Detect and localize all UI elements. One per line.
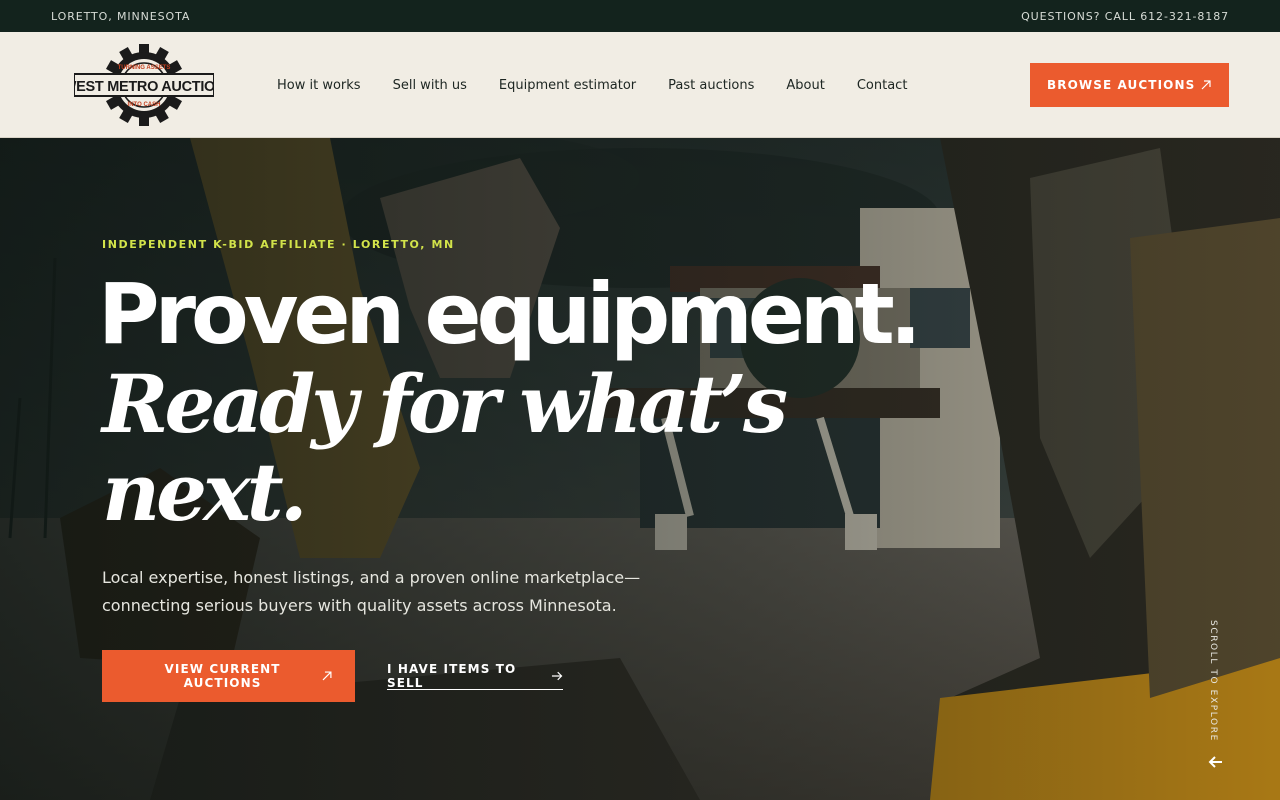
hero-description: Local expertise, honest listings, and a … [102, 568, 641, 615]
main-nav: How it works Sell with us Equipment esti… [277, 32, 907, 138]
browse-auctions-button[interactable]: BROWSE AUCTIONS [1030, 63, 1229, 107]
brand-logo[interactable]: WEST METRO AUCTION TURNING ASSETS INTO C… [63, 44, 226, 126]
site-header: WEST METRO AUCTION TURNING ASSETS INTO C… [0, 32, 1280, 138]
nav-item-how-it-works[interactable]: How it works [277, 78, 361, 93]
arrow-up-right-icon [1201, 80, 1211, 90]
view-current-auctions-label: VIEW CURRENT AUCTIONS [164, 662, 281, 690]
location-text: LORETTO, MINNESOTA [51, 9, 191, 23]
hero-headline-primary: Proven equipment. [98, 265, 922, 363]
gear-icon: WEST METRO AUCTION TURNING ASSETS INTO C… [63, 44, 226, 126]
items-to-sell-link[interactable]: I HAVE ITEMS TO SELL [387, 662, 563, 690]
browse-auctions-label: BROWSE AUCTIONS [1047, 78, 1196, 92]
utility-bar: LORETTO, MINNESOTA QUESTIONS? CALL 612-3… [0, 0, 1280, 32]
hero-headline-secondary: Ready for what’s next. [102, 357, 788, 539]
nav-item-sell-with-us[interactable]: Sell with us [393, 78, 467, 93]
items-to-sell-label: I HAVE ITEMS TO SELL [387, 661, 517, 690]
hero-eyebrow: INDEPENDENT K-BID AFFILIATE · LORETTO, M… [102, 238, 455, 251]
arrow-right-icon [552, 671, 563, 680]
tagline-bottom: INTO CASH [128, 102, 161, 108]
brand-name: WEST METRO AUCTION [74, 79, 214, 95]
view-current-auctions-button[interactable]: VIEW CURRENT AUCTIONS [102, 650, 355, 702]
hero-section: INDEPENDENT K-BID AFFILIATE · LORETTO, M… [0, 138, 1280, 800]
nav-item-equipment-estimator[interactable]: Equipment estimator [499, 78, 636, 93]
nav-item-about[interactable]: About [786, 78, 824, 93]
nav-item-contact[interactable]: Contact [857, 78, 908, 93]
scroll-hint: SCROLL TO EXPLORE [1208, 620, 1218, 742]
arrow-left-icon[interactable] [1206, 752, 1226, 772]
phone-text[interactable]: QUESTIONS? CALL 612-321-8187 [1021, 10, 1229, 23]
tagline-top: TURNING ASSETS [118, 65, 171, 71]
arrow-up-right-icon [322, 671, 332, 681]
nav-item-past-auctions[interactable]: Past auctions [668, 78, 754, 93]
